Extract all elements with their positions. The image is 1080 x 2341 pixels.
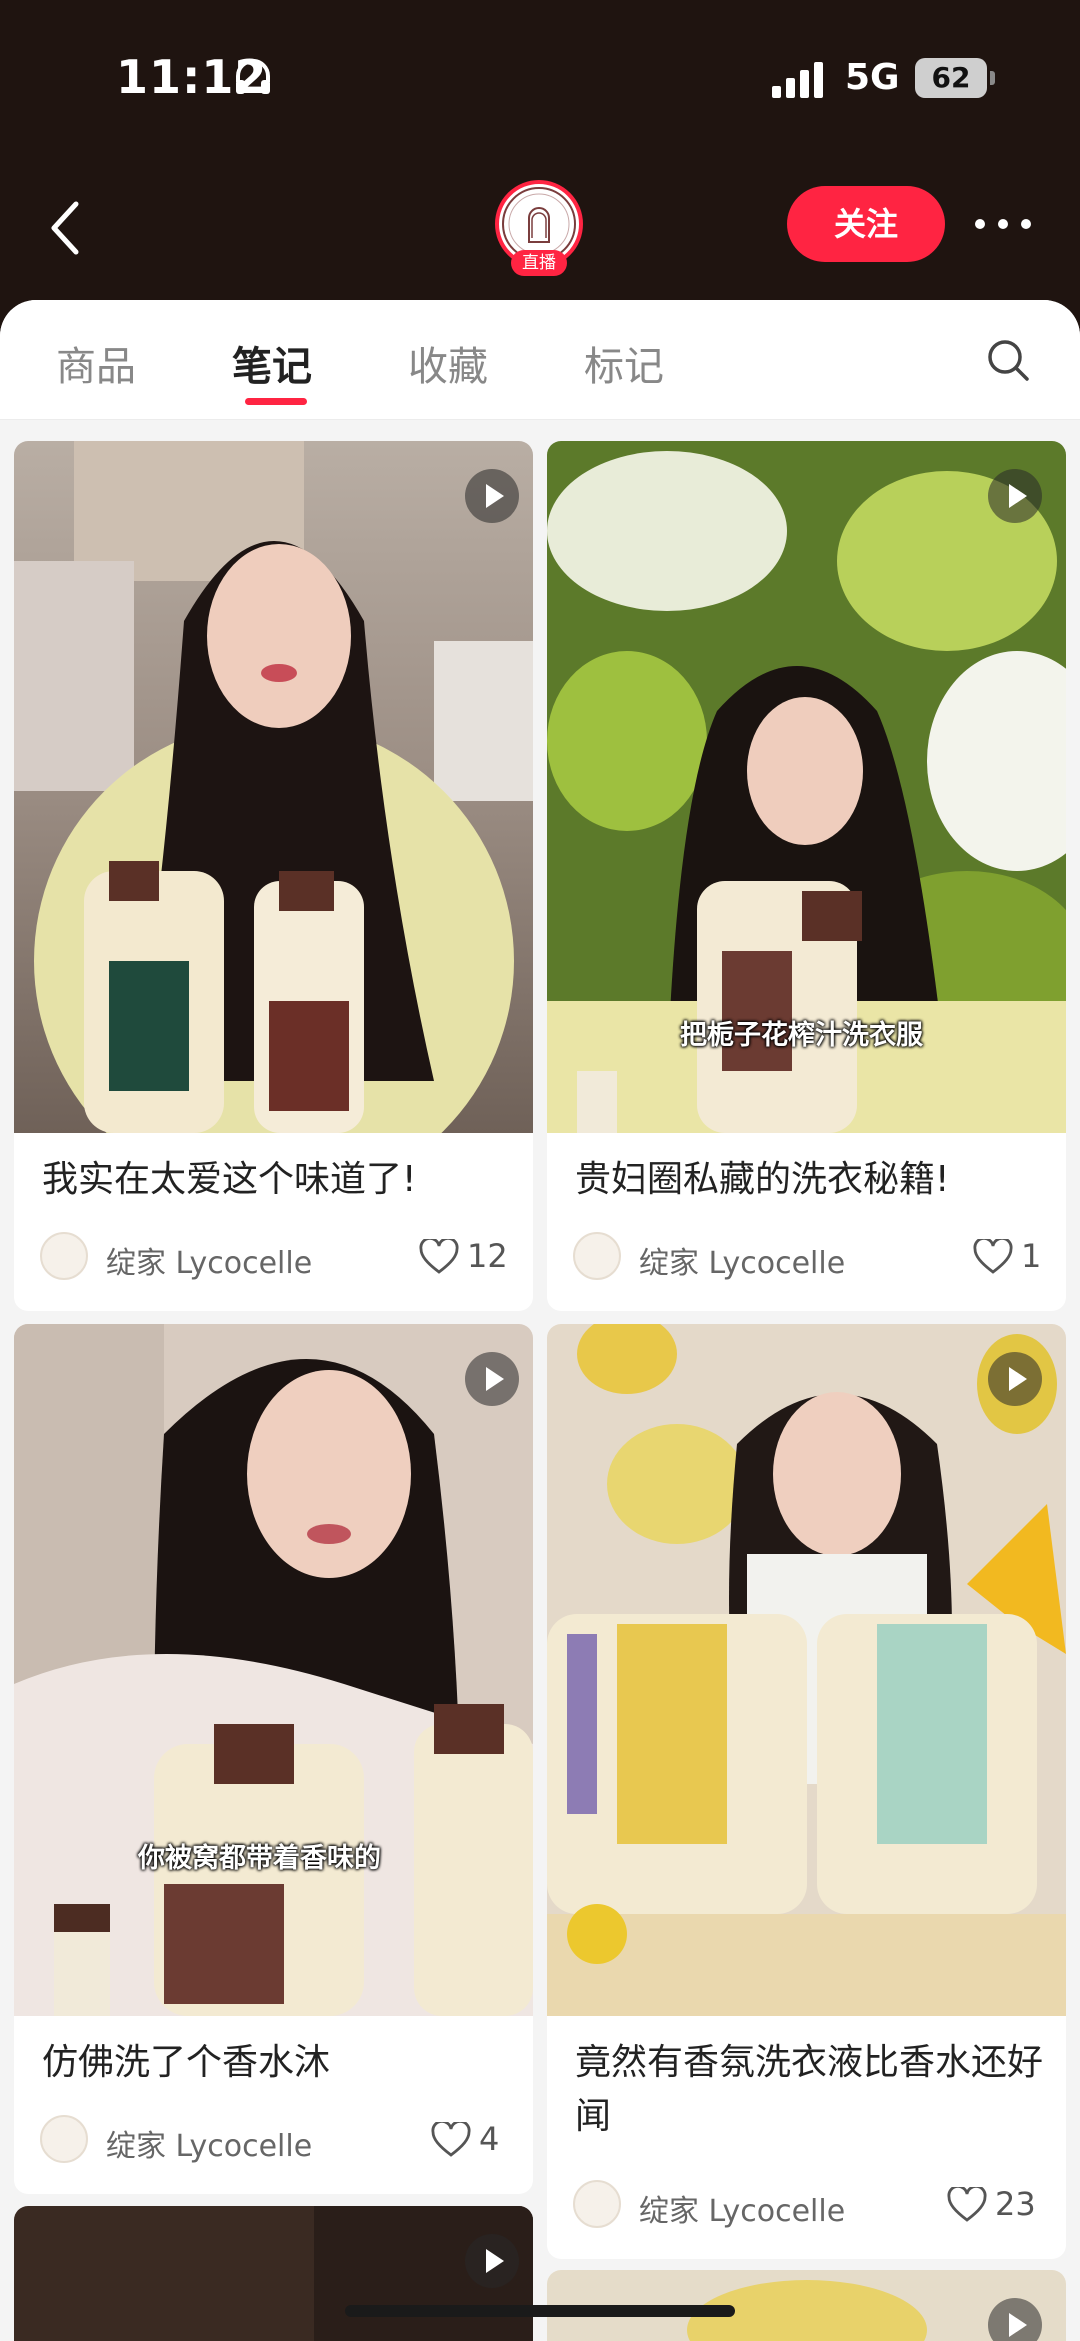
note-cover-image bbox=[547, 1324, 1066, 2016]
tab-notes[interactable]: 笔记 bbox=[232, 334, 312, 392]
note-title: 贵妇圈私藏的洗衣秘籍! bbox=[575, 1159, 950, 1200]
note-card[interactable] bbox=[14, 2206, 533, 2341]
note-card[interactable]: 我实在太爱这个味道了! 绽家 Lycocelle 12 bbox=[14, 441, 533, 1311]
back-icon[interactable] bbox=[40, 196, 90, 260]
search-icon[interactable] bbox=[984, 336, 1032, 384]
tab-products[interactable]: 商品 bbox=[56, 334, 136, 392]
author-avatar[interactable] bbox=[40, 1232, 88, 1280]
author-name[interactable]: 绽家 Lycocelle bbox=[639, 1238, 845, 1282]
note-card[interactable]: 把栀子花榨汁洗衣服 贵妇圈私藏的洗衣秘籍! 绽家 Lycocelle 1 bbox=[547, 441, 1066, 1311]
note-cover-image bbox=[14, 2206, 533, 2341]
tab-bar: 商品 笔记 收藏 标记 bbox=[0, 300, 1080, 420]
note-title: 我实在太爱这个味道了! bbox=[42, 1159, 417, 1200]
video-play-icon bbox=[988, 1352, 1042, 1406]
heart-icon[interactable] bbox=[973, 1239, 1013, 1275]
author-name[interactable]: 绽家 Lycocelle bbox=[106, 1238, 312, 1282]
video-subtitle: 你被窝都带着香味的 bbox=[138, 1843, 381, 1874]
like-count: 4 bbox=[479, 2120, 500, 2158]
note-cover-image bbox=[14, 441, 533, 1133]
author-avatar[interactable] bbox=[573, 1232, 621, 1280]
signal-icon bbox=[772, 62, 823, 98]
heart-icon[interactable] bbox=[947, 2187, 987, 2223]
note-cover-image bbox=[14, 1324, 533, 2016]
heart-icon[interactable] bbox=[419, 1239, 459, 1275]
video-play-icon bbox=[465, 469, 519, 523]
like-count: 12 bbox=[467, 1237, 508, 1275]
tab-marks[interactable]: 标记 bbox=[584, 334, 664, 392]
video-play-icon bbox=[465, 1352, 519, 1406]
battery-icon: 62 bbox=[915, 58, 995, 98]
note-title: 仿佛洗了个香水沐 bbox=[42, 2042, 331, 2083]
note-card[interactable]: 竟然有香氛洗衣液比香水还好闻 绽家 Lycocelle 23 bbox=[547, 1324, 1066, 2259]
like-count: 1 bbox=[1021, 1237, 1042, 1275]
heart-icon[interactable] bbox=[431, 2122, 471, 2158]
video-subtitle: 把栀子花榨汁洗衣服 bbox=[680, 1020, 923, 1051]
author-avatar[interactable] bbox=[40, 2115, 88, 2163]
headphone-icon bbox=[236, 59, 270, 94]
follow-button[interactable]: 关注 bbox=[787, 186, 945, 262]
home-indicator bbox=[345, 2305, 735, 2317]
video-play-icon bbox=[465, 2234, 519, 2288]
note-title: 竟然有香氛洗衣液比香水还好闻 bbox=[575, 2042, 1044, 2137]
tab-favorites[interactable]: 收藏 bbox=[408, 334, 488, 392]
video-play-icon bbox=[988, 469, 1042, 523]
live-badge: 直播 bbox=[511, 250, 567, 276]
content-sheet: 商品 笔记 收藏 标记 我实在太爱这个味道了! 绽家 Lycocelle 12 … bbox=[0, 300, 1080, 2341]
more-icon[interactable] bbox=[972, 204, 1034, 244]
note-card[interactable]: 你被窝都带着香味的 仿佛洗了个香水沐 绽家 Lycocelle 4 bbox=[14, 1324, 533, 2194]
status-bar: 11:12 5G 62 bbox=[0, 0, 1080, 160]
nav-bar: 直播 关注 bbox=[0, 160, 1080, 300]
author-avatar[interactable] bbox=[573, 2180, 621, 2228]
author-name[interactable]: 绽家 Lycocelle bbox=[106, 2121, 312, 2165]
author-name[interactable]: 绽家 Lycocelle bbox=[639, 2186, 845, 2230]
like-count: 23 bbox=[995, 2185, 1036, 2223]
network-label: 5G bbox=[845, 57, 900, 98]
tab-indicator bbox=[245, 398, 307, 405]
